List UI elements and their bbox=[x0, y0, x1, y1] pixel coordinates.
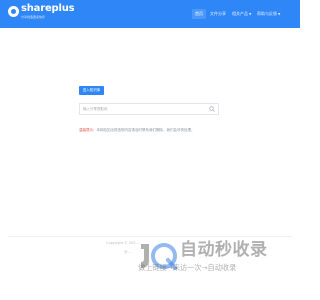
footer: Copyright © 202... 分... 自动秒收录 做上链接→来访一次→… bbox=[0, 238, 300, 300]
logo-text: shareplus bbox=[21, 3, 75, 14]
watermark-subtitle: 做上链接→来访一次→自动收录 bbox=[138, 263, 237, 272]
watermark-title: 自动秒收录 bbox=[180, 240, 268, 260]
search-input[interactable] bbox=[83, 104, 203, 114]
chevron-down-icon: ▼ bbox=[249, 12, 252, 16]
nav-item-home[interactable]: 首页 bbox=[192, 9, 206, 19]
notice-label: 温馨提示： bbox=[79, 128, 97, 132]
nav-item-label: 文件分享 bbox=[210, 11, 226, 16]
site-logo[interactable]: shareplus 分享创造更多快乐 bbox=[8, 3, 78, 25]
logo-subtitle: 分享创造更多快乐 bbox=[21, 15, 46, 19]
logo-mark-icon bbox=[8, 6, 19, 17]
nav-item-related-products[interactable]: 相关产品▼ bbox=[229, 9, 254, 19]
top-header: shareplus 分享创造更多快乐 首页 文件分享 相关产品▼ 帮助与反馈▼ bbox=[0, 0, 300, 28]
search-icon[interactable] bbox=[209, 106, 215, 112]
nav-item-help-feedback[interactable]: 帮助与反馈▼ bbox=[254, 9, 283, 19]
notice-text: 温馨提示：本网站如出现违规内容请及时联系我们删除，我们会尽快处理。 bbox=[79, 127, 195, 133]
nav-item-label: 帮助与反馈 bbox=[257, 11, 277, 16]
chevron-down-icon: ▼ bbox=[278, 12, 281, 16]
search-box bbox=[79, 103, 219, 115]
footer-divider bbox=[8, 236, 292, 237]
nav-item-label: 首页 bbox=[195, 11, 203, 16]
knowledge-base-button[interactable]: 进入知识库 bbox=[79, 86, 104, 95]
notice-message: 本网站如出现违规内容请及时联系我们删除，我们会尽快处理。 bbox=[96, 128, 195, 132]
nav-item-label: 相关产品 bbox=[232, 11, 248, 16]
footer-line2: 分... bbox=[124, 250, 131, 254]
nav-item-file-share[interactable]: 文件分享 bbox=[207, 9, 229, 19]
copyright-text: Copyright © 202... bbox=[106, 241, 139, 245]
